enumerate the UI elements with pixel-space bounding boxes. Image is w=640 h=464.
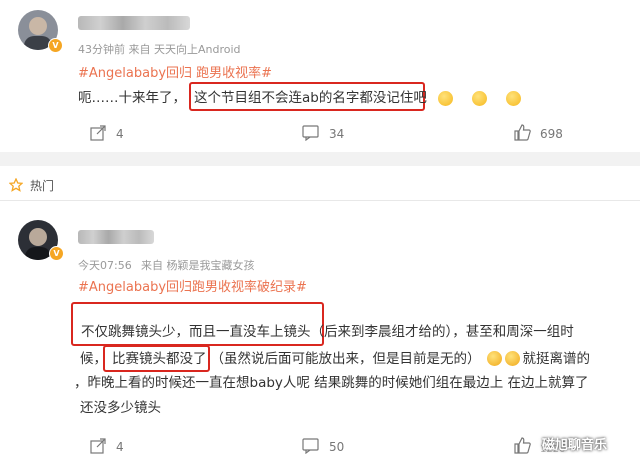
comment-icon[interactable]: [302, 438, 319, 458]
post-text-boxed: 比赛镜头都没了: [112, 351, 207, 367]
comment-count: 34: [329, 127, 345, 141]
repost-count: 4: [116, 127, 124, 141]
post-text-prefix: 呃……十来年了，: [78, 90, 186, 106]
crying-emoji-icon: [504, 351, 520, 366]
post-line-3: ，昨晚上看的时候还一直在想baby人呢 结果跳舞的时候她们组在最边上 在边上就算…: [74, 375, 589, 391]
post-line-2: 候， 比赛镜头都没了 （虽然说后面可能放出来，但是目前是无的） 就挺离谱的: [80, 349, 590, 369]
post-line-1: 不仅跳舞镜头少，而且一直没车上镜头（后来到李晨组才给的），甚至和周深一组时: [81, 322, 574, 342]
verified-badge-icon: V: [48, 38, 63, 53]
section-divider-line: [0, 200, 640, 201]
hot-section-label: 热门: [30, 179, 55, 193]
hashtag-link[interactable]: #Angelababy回归跑男收视率破纪录#: [78, 276, 307, 295]
like-icon[interactable]: [514, 437, 531, 458]
crying-emoji-icon: [486, 351, 502, 366]
username-blurred[interactable]: [78, 230, 154, 244]
post-text-highlighted: 这个节目组不会连ab的名字都没记住吧: [194, 88, 427, 108]
username-blurred[interactable]: [78, 16, 190, 30]
post-text: （虽然说后面可能放出来，但是目前是无的）: [210, 351, 481, 367]
post-text: 就挺离谱的: [522, 351, 591, 367]
post-text-boxed: 这个节目组不会连ab的名字都没记住吧: [194, 90, 427, 106]
repost-count: 4: [116, 440, 124, 454]
post-meta-source: 来自 杨颖是我宝藏女孩: [141, 259, 255, 272]
post-text: 候，: [80, 351, 107, 367]
hashtag-link[interactable]: #Angelababy回归 跑男收视率#: [78, 62, 272, 81]
post-text: （后来到李晨组才给的），甚至和周深一组时: [310, 324, 574, 340]
section-divider: [0, 152, 640, 166]
post-text-boxed: 不仅跳舞镜头少，而且一直没车上镜头: [81, 324, 311, 340]
grimace-emoji-icon: [438, 91, 453, 106]
hot-icon: [8, 177, 24, 196]
comment-count: 50: [329, 440, 345, 454]
repost-icon[interactable]: [90, 438, 107, 458]
grimace-emoji-icon: [506, 91, 522, 106]
post-line-4: 还没多少镜头: [80, 400, 161, 416]
post-meta-time: 今天07:56: [78, 259, 132, 272]
post-meta: 43分钟前 来自 天天向上Android: [78, 43, 241, 56]
comment-icon[interactable]: [302, 125, 319, 145]
verified-badge-icon: V: [49, 246, 64, 261]
watermark: 磁旭聊音乐: [542, 438, 608, 453]
emoji-group: [435, 88, 522, 107]
like-count: 698: [540, 127, 563, 141]
grimace-emoji-icon: [472, 91, 488, 106]
like-icon[interactable]: [514, 124, 531, 145]
repost-icon[interactable]: [90, 125, 107, 145]
